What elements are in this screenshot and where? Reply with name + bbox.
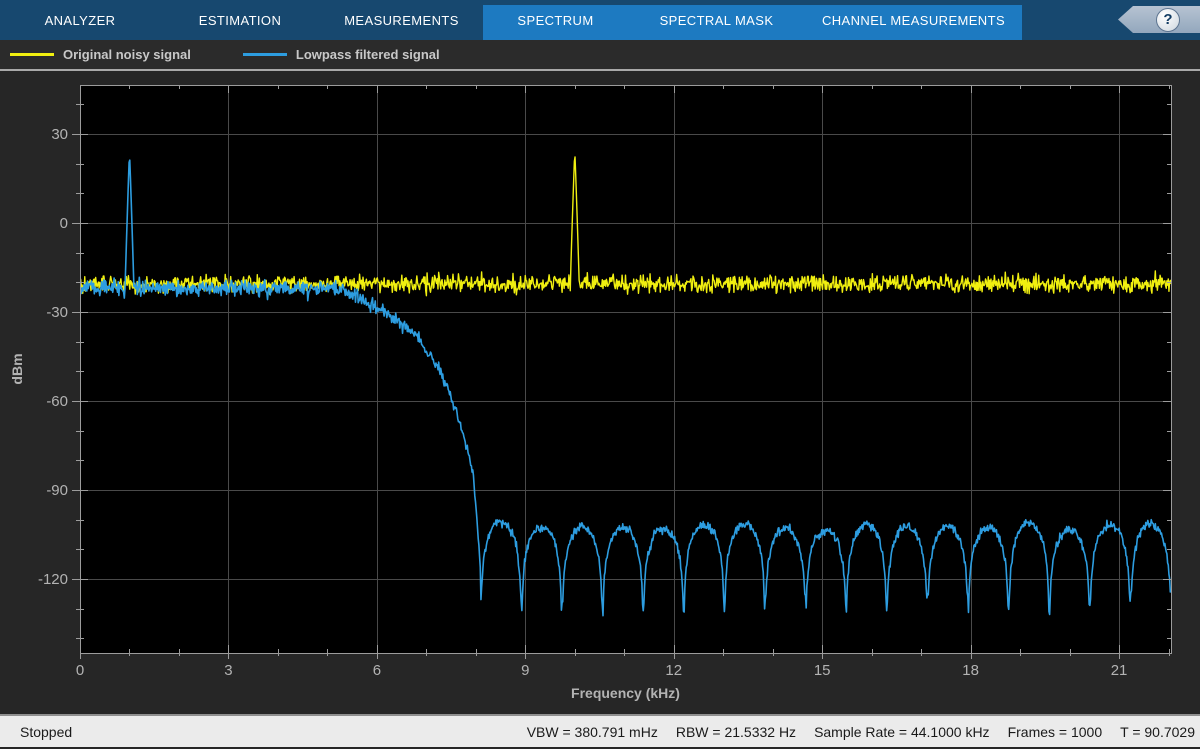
plot-background xyxy=(80,85,1171,653)
help-button[interactable]: ? xyxy=(1118,6,1200,33)
y-axis-label: dBm xyxy=(9,353,25,384)
legend: Original noisy signal Lowpass filtered s… xyxy=(0,40,1200,71)
tab-estimation[interactable]: ESTIMATION xyxy=(160,0,320,40)
legend-label-original: Original noisy signal xyxy=(63,47,191,62)
x-tick-label: 12 xyxy=(665,662,682,679)
x-tick-label: 3 xyxy=(224,662,232,679)
x-tick-label: 21 xyxy=(1111,662,1128,679)
tab-channel-measurements[interactable]: CHANNEL MEASUREMENTS xyxy=(805,0,1022,40)
y-tick-label: -120 xyxy=(38,571,68,588)
legend-line-yellow-icon xyxy=(10,53,54,56)
status-metric-sample-rate: Sample Rate = 44.1000 kHz xyxy=(814,724,990,740)
legend-label-filtered: Lowpass filtered signal xyxy=(296,47,440,62)
y-tick-label: -30 xyxy=(46,304,68,321)
help-icon[interactable]: ? xyxy=(1156,8,1180,32)
toolstrip-tabbar: ANALYZER ESTIMATION MEASUREMENTS SPECTRU… xyxy=(0,0,1200,40)
x-tick-label: 18 xyxy=(962,662,979,679)
help-glyph: ? xyxy=(1163,11,1172,28)
spectrum-plot-area[interactable]: 30 0 -30 -60 -90 -120 0 3 6 9 12 15 18 21 Frequency (k… xyxy=(0,71,1200,714)
y-tick-label: 0 xyxy=(60,215,68,232)
legend-item-original[interactable]: Original noisy signal xyxy=(10,47,191,62)
y-tick-label: -90 xyxy=(46,482,68,499)
x-tick-label: 6 xyxy=(373,662,381,679)
legend-item-filtered[interactable]: Lowpass filtered signal xyxy=(243,47,440,62)
x-tick-label: 15 xyxy=(814,662,831,679)
status-metric-t: T = 90.7029 xyxy=(1120,724,1195,740)
y-tick-label: -60 xyxy=(46,393,68,410)
status-bar: Stopped VBW = 380.791 mHz RBW = 21.5332 H… xyxy=(0,714,1200,747)
status-metric-frames: Frames = 1000 xyxy=(1008,724,1103,740)
tab-spectral-mask[interactable]: SPECTRAL MASK xyxy=(628,0,805,40)
status-metric-rbw: RBW = 21.5332 Hz xyxy=(676,724,796,740)
spectrum-analyzer-window: ANALYZER ESTIMATION MEASUREMENTS SPECTRU… xyxy=(0,0,1200,749)
tab-analyzer[interactable]: ANALYZER xyxy=(0,0,160,40)
y-tick-label: 30 xyxy=(51,126,68,143)
legend-line-blue-icon xyxy=(243,53,287,56)
tab-spectrum[interactable]: SPECTRUM xyxy=(483,0,628,40)
status-state: Stopped xyxy=(20,724,72,740)
status-metrics: VBW = 380.791 mHz RBW = 21.5332 Hz Sample … xyxy=(527,724,1195,740)
tab-measurements[interactable]: MEASUREMENTS xyxy=(320,0,483,40)
x-axis-label: Frequency (kHz) xyxy=(571,685,680,701)
status-metric-vbw: VBW = 380.791 mHz xyxy=(527,724,658,740)
x-tick-label: 9 xyxy=(521,662,529,679)
x-tick-label: 0 xyxy=(76,662,84,679)
spectrum-plot-svg[interactable]: 30 0 -30 -60 -90 -120 0 3 6 9 12 15 18 21 Frequency (k… xyxy=(0,71,1200,714)
